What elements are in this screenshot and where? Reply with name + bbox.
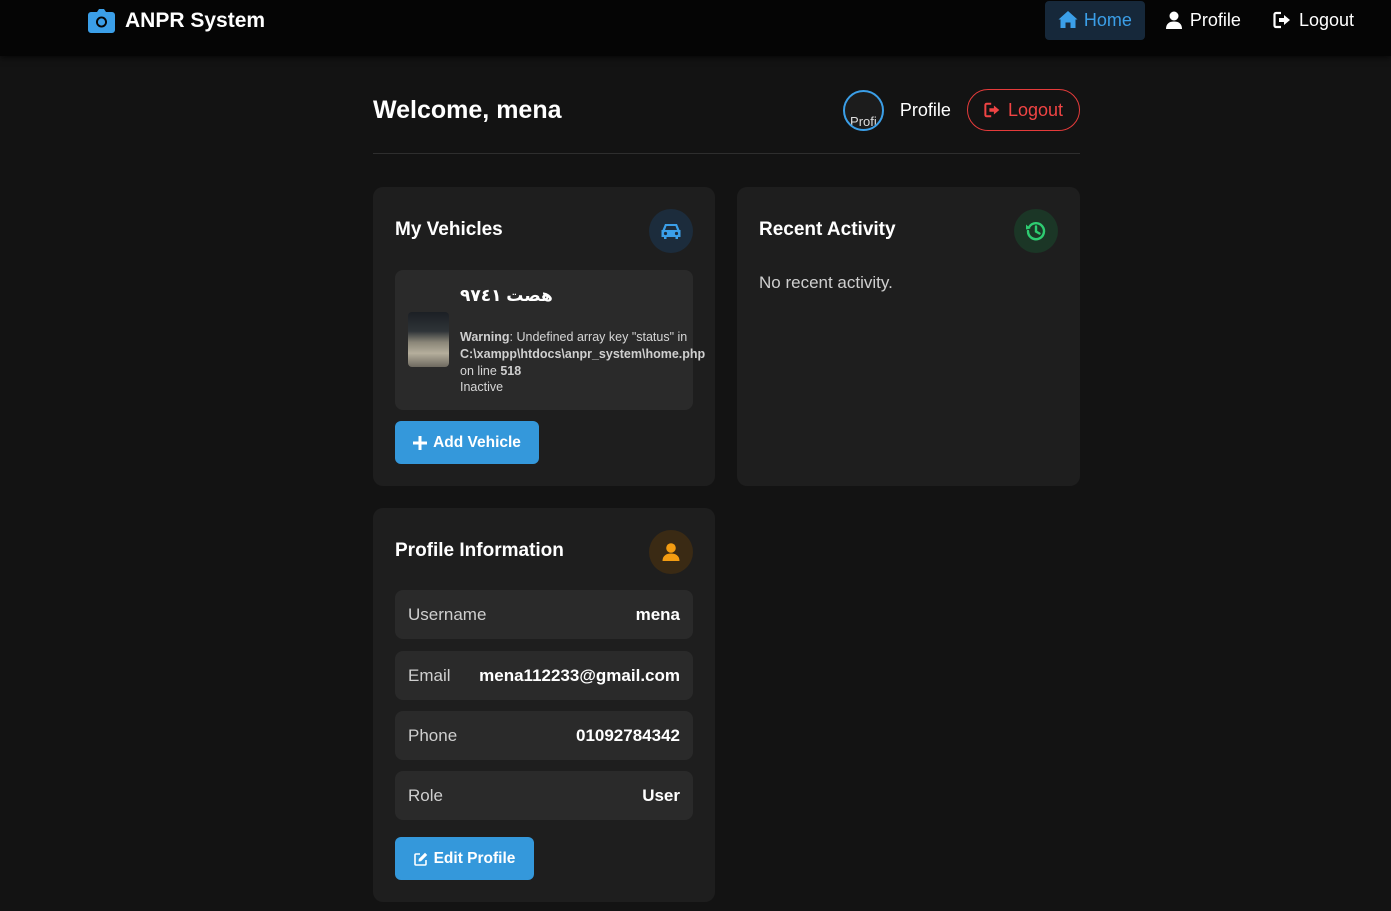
nav-profile[interactable]: Profile (1151, 1, 1254, 40)
vehicle-plate: هصت ٩٧٤١ (460, 286, 553, 305)
info-row-role: Role User (395, 771, 693, 820)
vehicle-thumbnail (408, 312, 449, 367)
avatar[interactable]: Profi (842, 89, 884, 131)
info-row-email: Email mena112233@gmail.com (395, 651, 693, 700)
history-icon (1014, 209, 1058, 253)
profile-card: Profile Information Username mena Email … (373, 508, 715, 902)
warning-line: 518 (500, 364, 522, 378)
nav-profile-label: Profile (1189, 9, 1241, 30)
logout-label: Logout (1007, 99, 1063, 120)
vehicle-item[interactable]: هصت ٩٧٤١ Warning: Undefined array key "s… (395, 270, 705, 410)
plus-icon (413, 435, 428, 450)
no-activity-text: No recent activity. (759, 273, 893, 292)
car-icon (649, 209, 693, 253)
edit-profile-button[interactable]: Edit Profile (395, 837, 534, 880)
edit-icon (413, 852, 427, 866)
user-actions: Profi Profile Logout (842, 89, 1080, 131)
user-icon (1165, 11, 1182, 29)
info-row-username: Username mena (395, 590, 693, 639)
page-title: Welcome, mena (373, 95, 562, 124)
info-label: Phone (408, 725, 458, 745)
warning-path: C:\xampp\htdocs\anpr_system\home.php (460, 347, 706, 361)
avatar-alt-text: Profi (850, 113, 877, 129)
info-value: User (642, 785, 680, 805)
home-icon (1058, 11, 1078, 28)
nav-links: Home Profile Logout (1044, 0, 1367, 40)
php-warning: Warning: Undefined array key "status" in… (460, 329, 705, 380)
camera-icon (88, 9, 115, 33)
activity-title: Recent Activity (759, 219, 896, 240)
brand[interactable]: ANPR System (88, 6, 265, 36)
nav-home[interactable]: Home (1044, 0, 1145, 40)
top-navbar: ANPR System Home Profile Logout (0, 0, 1391, 56)
brand-title: ANPR System (125, 9, 266, 32)
profile-link[interactable]: Profile (900, 100, 951, 121)
info-label: Email (408, 665, 451, 685)
activity-card: Recent Activity No recent activity. (737, 187, 1080, 486)
vehicles-title: My Vehicles (395, 219, 503, 240)
vehicles-card: My Vehicles هصت ٩٧٤١ Warning: Undefined … (373, 187, 715, 486)
edit-profile-label: Edit Profile (433, 849, 516, 867)
info-value: 01092784342 (575, 725, 680, 745)
nav-logout-label: Logout (1298, 9, 1354, 30)
warning-text: : Undefined array key "status" in (509, 330, 688, 344)
info-row-phone: Phone 01092784342 (395, 711, 693, 760)
add-vehicle-label: Add Vehicle (433, 433, 521, 451)
info-value: mena (635, 604, 680, 624)
sign-out-icon (984, 102, 1000, 118)
user-icon (649, 530, 693, 574)
welcome-row: Welcome, mena Profi Profile Logout (373, 88, 1080, 132)
warning-line-prefix: on line (460, 364, 501, 378)
info-label: Role (408, 785, 443, 805)
nav-logout[interactable]: Logout (1260, 1, 1367, 40)
header-divider (373, 153, 1080, 154)
vehicle-status: Inactive (460, 380, 504, 394)
info-value: mena112233@gmail.com (479, 665, 680, 685)
logout-button[interactable]: Logout (966, 89, 1080, 131)
sign-out-icon (1273, 11, 1290, 29)
warning-label: Warning (460, 330, 510, 344)
nav-home-label: Home (1083, 9, 1132, 30)
add-vehicle-button[interactable]: Add Vehicle (395, 421, 539, 464)
info-label: Username (408, 604, 487, 624)
profile-title: Profile Information (395, 540, 564, 561)
